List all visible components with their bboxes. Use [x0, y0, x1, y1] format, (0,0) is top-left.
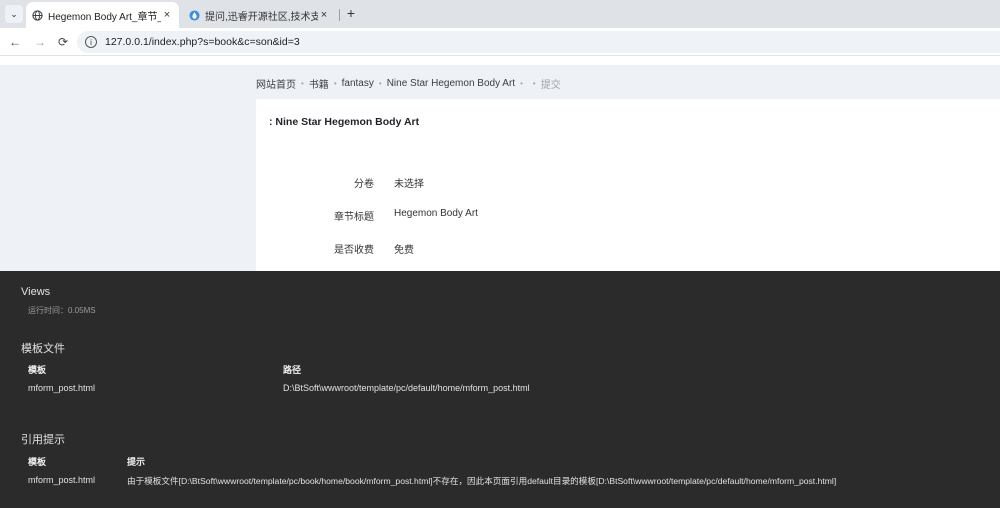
breadcrumb-books[interactable]: 书籍	[309, 76, 329, 91]
charge-label: 是否收费	[334, 245, 374, 256]
address-bar[interactable]: i 127.0.0.1/index.php?s=book&c=son&id=3	[77, 31, 1000, 53]
chapter-title-label: 章节标题	[334, 212, 374, 223]
close-icon[interactable]: ×	[318, 9, 330, 21]
breadcrumb-separator: •	[333, 79, 337, 88]
info-icon[interactable]: i	[85, 36, 97, 48]
plus-icon: +	[346, 5, 356, 21]
breadcrumb-home[interactable]: 网站首页	[256, 76, 296, 91]
breadcrumb-book[interactable]: Nine Star Hegemon Body Art	[387, 78, 515, 89]
charge-value: 免费	[394, 245, 414, 256]
arrow-left-icon: ←	[9, 35, 21, 49]
arrow-right-icon: →	[34, 35, 46, 49]
tab-separator	[339, 9, 340, 21]
new-tab-button[interactable]: +	[343, 5, 359, 21]
hint-col-header: 提示	[127, 457, 146, 467]
tab-hegemon-body-art[interactable]: Hegemon Body Art_章节_Nc ×	[26, 2, 179, 28]
reload-button[interactable]: ⟳	[55, 34, 71, 50]
volume-value: 未选择	[394, 179, 424, 190]
droplet-icon	[189, 9, 200, 21]
debug-panel: Views 运行时间：0.05MS 模板文件 模板 路径 mform_post.…	[0, 271, 1000, 508]
tab-strip: ⌄ Hegemon Body Art_章节_Nc × 提问,迅睿开源社区,技术支…	[0, 0, 1000, 28]
template-col-header: 模板	[28, 365, 47, 375]
tab-xunrui-community[interactable]: 提问,迅睿开源社区,技术支持,Ci ×	[183, 2, 336, 28]
form-panel: : Nine Star Hegemon Body Art 分卷 未选择 章节标题…	[256, 99, 1000, 271]
close-icon[interactable]: ×	[161, 9, 173, 21]
reload-icon: ⟳	[57, 35, 69, 49]
hint-template-col-header: 模板	[28, 457, 47, 467]
form-row-chapter-title: 章节标题 Hegemon Body Art	[256, 208, 1000, 224]
tab-title: Hegemon Body Art_章节_Nc	[48, 11, 161, 23]
back-button[interactable]: ←	[7, 34, 23, 50]
breadcrumb-separator: •	[520, 79, 523, 88]
breadcrumb: 网站首页 • 书籍 • fantasy • Nine Star Hegemon …	[256, 76, 561, 91]
runtime-text: 运行时间：0.05MS	[28, 306, 96, 315]
breadcrumb-separator: •	[378, 79, 382, 88]
page-title: : Nine Star Hegemon Body Art	[269, 116, 420, 128]
breadcrumb-separator: •	[301, 79, 304, 88]
form-row-charge: 是否收费 免费	[256, 241, 1000, 257]
volume-label: 分卷	[354, 179, 374, 190]
tab-search-button[interactable]: ⌄	[5, 5, 23, 23]
breadcrumb-category[interactable]: fantasy	[342, 78, 374, 89]
breadcrumb-separator: •	[532, 79, 536, 88]
breadcrumb-current: 提交	[540, 80, 561, 91]
hint-section-title: 引用提示	[21, 434, 65, 446]
chevron-down-icon: ⌄	[10, 8, 18, 19]
url-text[interactable]: 127.0.0.1/index.php?s=book&c=son&id=3	[105, 36, 300, 48]
template-path-cell: D:\BtSoft\wwwroot/template/pc/default/ho…	[283, 383, 530, 393]
globe-icon	[32, 9, 43, 21]
template-name-cell: mform_post.html	[28, 383, 96, 393]
path-col-header: 路径	[283, 365, 302, 375]
template-section-title: 模板文件	[21, 343, 65, 355]
hint-template-cell: mform_post.html	[28, 475, 96, 485]
browser-toolbar: ← → ⟳ i 127.0.0.1/index.php?s=book&c=son…	[0, 28, 1000, 56]
forward-button[interactable]: →	[32, 34, 48, 50]
tab-title: 提问,迅睿开源社区,技术支持,Ci	[205, 11, 318, 23]
views-heading: Views	[21, 286, 51, 298]
page-top-strip	[0, 57, 1000, 65]
hint-message-cell: 由于模板文件[D:\BtSoft\wwwroot/template/pc/boo…	[127, 476, 837, 486]
chapter-title-value: Hegemon Body Art	[394, 208, 478, 219]
form-row-volume: 分卷 未选择	[256, 175, 1000, 191]
